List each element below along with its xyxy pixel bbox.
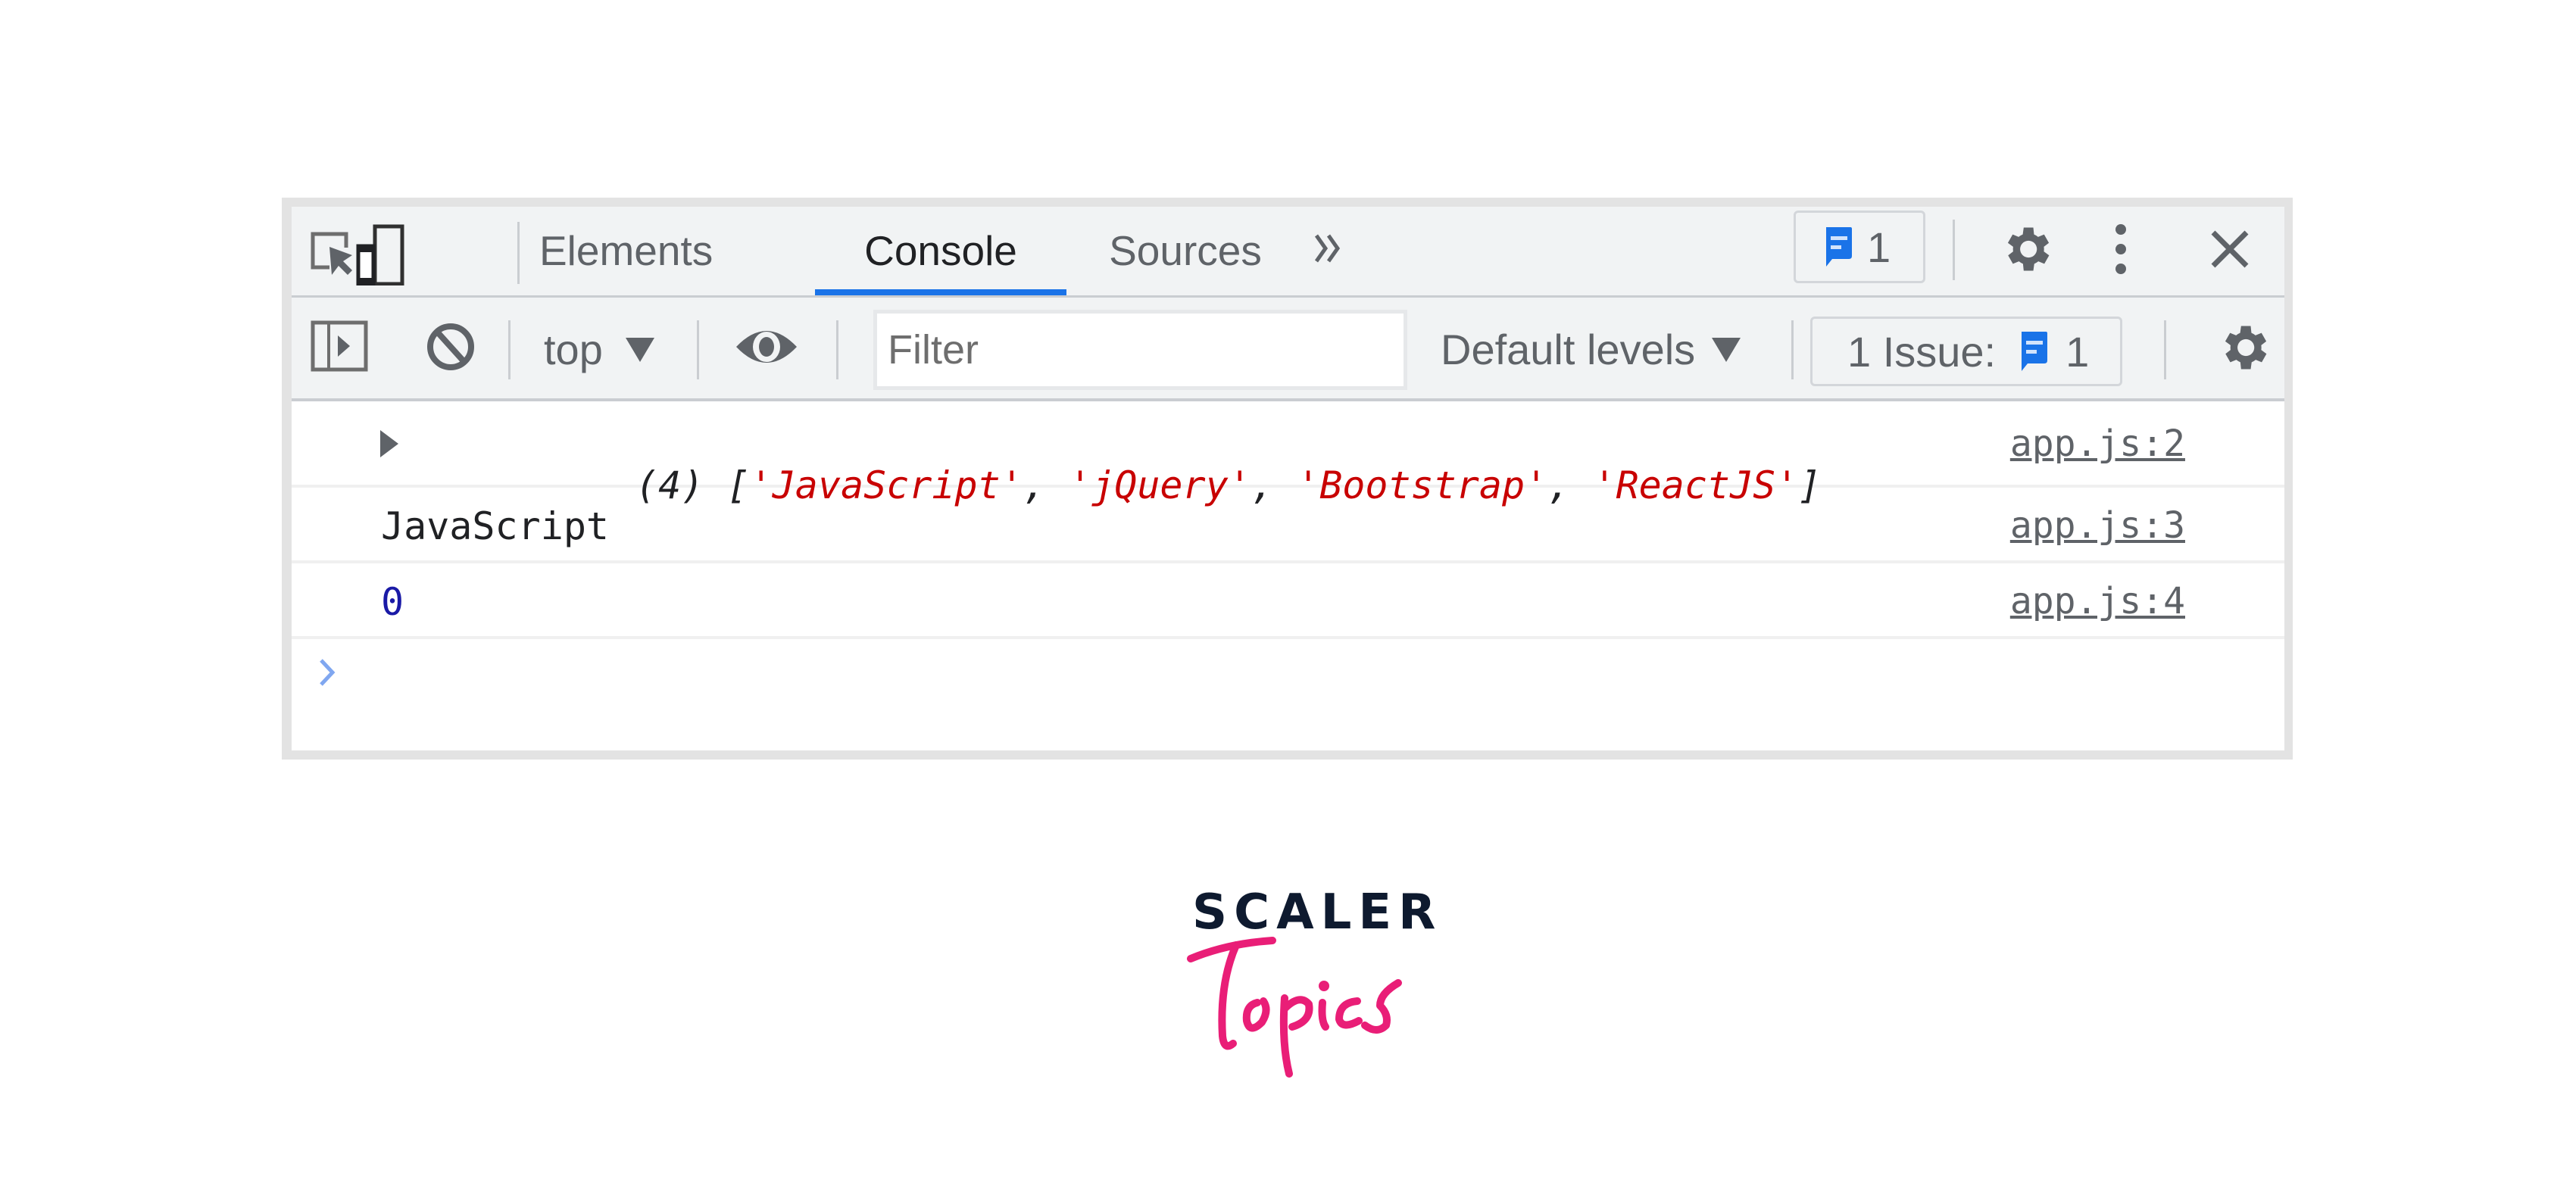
toolbar-divider [2164, 320, 2166, 379]
console-message: (4) ['JavaScript', 'jQuery', 'Bootstrap'… [292, 401, 2284, 507]
console-settings-gear-icon[interactable] [2213, 317, 2274, 378]
source-link[interactable]: app.js:4 [2010, 580, 2185, 622]
sidebar-toggle-icon[interactable] [311, 320, 368, 372]
console-message: 0 app.js:4 [292, 563, 2284, 639]
tab-elements-label: Elements [539, 227, 713, 274]
log-levels-value: Default levels [1441, 326, 1696, 373]
source-link[interactable]: app.js:2 [2010, 423, 2185, 465]
expand-triangle-icon[interactable] [379, 429, 400, 459]
message-icon [2022, 332, 2048, 371]
messages-count: 1 [1867, 223, 1891, 271]
console-message: JavaScript app.js:3 [292, 488, 2284, 563]
toolbar-divider [836, 320, 838, 379]
device-toolbar-icon[interactable] [354, 223, 414, 285]
context-select[interactable]: top [544, 316, 654, 384]
topbar-divider [1953, 220, 1955, 280]
tab-console-label: Console [864, 227, 1017, 274]
messages-badge-button[interactable]: 1 [1794, 211, 1925, 283]
context-select-value: top [544, 326, 603, 373]
issues-button[interactable]: 1 Issue: 1 [1810, 317, 2122, 386]
console-toolbar: top Default levels 1 Issue: [292, 298, 2284, 401]
devtools-tab-bar: Elements Console Sources 1 [292, 207, 2284, 298]
tab-sources-label: Sources [1109, 227, 1262, 274]
tab-console[interactable]: Console [815, 207, 1066, 295]
tab-elements[interactable]: Elements [539, 207, 713, 295]
issues-label: 1 Issue: [1847, 327, 1997, 376]
tab-divider [517, 222, 520, 284]
scaler-topics-logo: SCALER [1182, 884, 1435, 1081]
toolbar-divider [697, 320, 699, 379]
console-prompt[interactable] [292, 639, 2284, 750]
dropdown-arrow-icon [625, 338, 654, 362]
prompt-chevron-icon [320, 659, 336, 686]
log-string: JavaScript [381, 504, 610, 548]
gear-icon[interactable] [1996, 219, 2056, 279]
tab-sources[interactable]: Sources [1094, 207, 1276, 295]
log-number: 0 [381, 580, 404, 624]
issues-count: 1 [2065, 327, 2090, 376]
log-levels-select[interactable]: Default levels [1441, 316, 1741, 384]
close-icon[interactable] [2206, 225, 2254, 273]
clear-console-icon[interactable] [424, 320, 477, 373]
chevrons-right-icon[interactable] [1310, 229, 1348, 267]
devtools-panel: Elements Console Sources 1 top Filter De… [292, 207, 2284, 750]
inspect-element-icon[interactable] [307, 228, 360, 281]
toolbar-divider [508, 320, 511, 379]
eye-icon[interactable] [735, 320, 798, 373]
message-icon [1826, 227, 1852, 267]
toolbar-divider [1791, 320, 1794, 379]
active-tab-indicator [815, 289, 1066, 295]
source-link[interactable]: app.js:3 [2010, 504, 2185, 547]
kebab-menu-icon[interactable] [2106, 219, 2136, 279]
logo-topics-script [1187, 937, 1402, 1078]
dropdown-arrow-icon [1712, 338, 1741, 362]
filter-input[interactable] [873, 310, 1407, 390]
devtools-frame: Elements Console Sources 1 top Filter De… [282, 198, 2293, 760]
console-output: (4) ['JavaScript', 'jQuery', 'Bootstrap'… [292, 401, 2284, 750]
